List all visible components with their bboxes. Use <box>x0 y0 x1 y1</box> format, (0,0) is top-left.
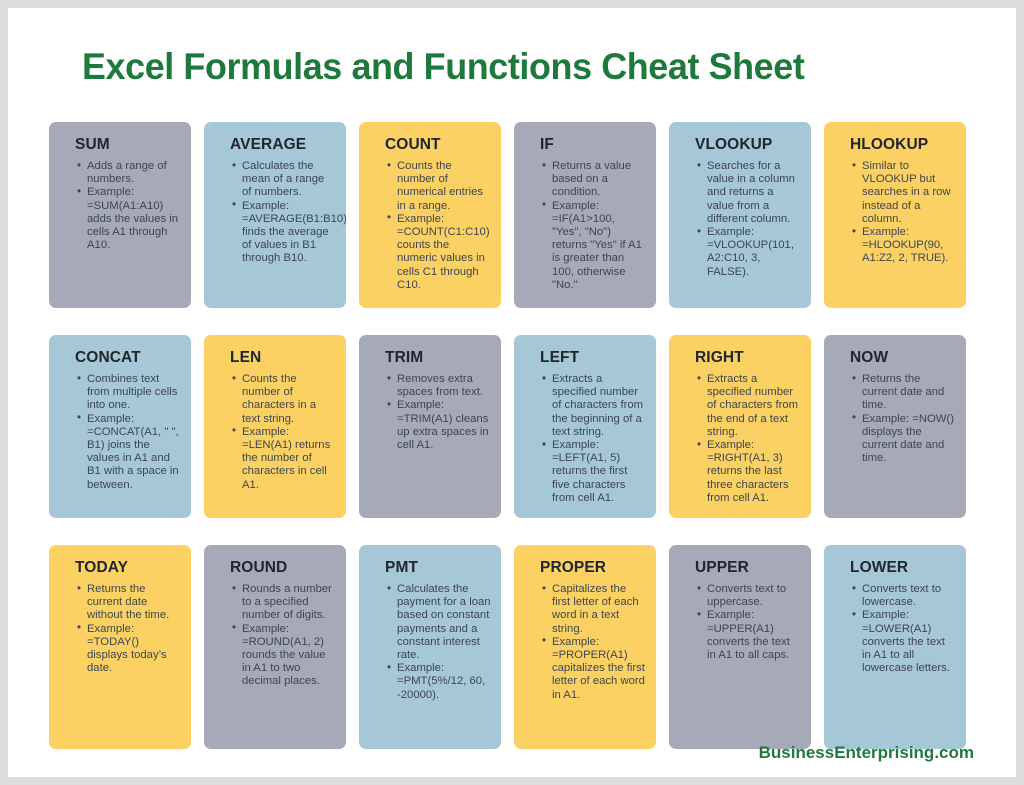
function-card-title: NOW <box>850 349 889 366</box>
bullet-item: Example: =CONCAT(A1, " ", B1) joins the … <box>77 412 181 492</box>
bullet-item: Example: =NOW() displays the current dat… <box>852 412 956 466</box>
footer-brand: BusinessEnterprising.com <box>758 743 974 762</box>
function-card-title: HLOOKUP <box>850 136 929 153</box>
function-card-title: VLOOKUP <box>695 136 773 153</box>
bullet-item: Rounds a number to a specified number of… <box>232 583 336 623</box>
function-card-title: LEFT <box>540 349 580 366</box>
function-card-if: IF Returns a value based on a condition.E… <box>514 122 656 308</box>
bullet-item: Searches for a value in a column and ret… <box>697 159 801 226</box>
bullet-item: Example: =UPPER(A1) converts the text in… <box>697 609 801 662</box>
bullet-item: Example: =TODAY() displays today’s date. <box>77 622 181 676</box>
bullet-item: Extracts a specified number of character… <box>697 372 801 439</box>
bullet-item: Example: =HLOOKUP(90, A1:Z2, 2, TRUE). <box>852 226 956 266</box>
function-card-proper: PROPER Capitalizes the first letter of ea… <box>514 545 656 749</box>
function-card-bullets: Similar to VLOOKUP but searches in a row… <box>836 159 956 266</box>
bullet-item: Example: =PROPER(A1) capitalizes the fir… <box>542 635 646 702</box>
card-row: CONCAT Combines text from multiple cells … <box>49 335 979 518</box>
function-card-title: TRIM <box>385 349 424 366</box>
function-card-vlookup: VLOOKUP Searches for a value in a column … <box>669 122 811 308</box>
bullet-item: Removes extra spaces from text. <box>387 372 491 399</box>
function-card-sum: SUM Adds a range of numbers.Example: =SUM… <box>49 122 191 308</box>
function-card-now: NOW Returns the current date and time.Exa… <box>824 335 966 518</box>
function-card-bullets: Removes extra spaces from text.Example: … <box>371 372 491 452</box>
bullet-item: Counts the number of characters in a tex… <box>232 373 336 426</box>
function-card-count: COUNT Counts the number of numerical entr… <box>359 122 501 308</box>
bullet-item: Returns the current date without the tim… <box>77 583 181 623</box>
bullet-item: Example: =VLOOKUP(101, A2:C10, 3, FALSE)… <box>697 226 801 279</box>
bullet-item: Similar to VLOOKUP but searches in a row… <box>852 159 956 226</box>
function-card-len: LEN Counts the number of characters in a … <box>204 335 346 518</box>
function-card-title: CONCAT <box>75 349 141 366</box>
bullet-item: Example: =TRIM(A1) cleans up extra space… <box>387 399 491 452</box>
bullet-item: Extracts a specified number of character… <box>542 372 646 439</box>
function-card-title: TODAY <box>75 559 129 576</box>
function-card-bullets: Counts the number of numerical entries i… <box>371 160 491 292</box>
function-card-bullets: Returns a value based on a condition.Exa… <box>526 160 646 292</box>
bullet-item: Example: =IF(A1>100, "Yes", "No") return… <box>542 199 646 292</box>
function-card-title: COUNT <box>385 136 441 153</box>
function-card-bullets: Returns the current date without the tim… <box>61 583 181 675</box>
function-card-title: PMT <box>385 559 419 576</box>
bullet-item: Example: =ROUND(A1, 2) rounds the value … <box>232 622 336 689</box>
bullet-item: Example: =LEFT(A1, 5) returns the first … <box>542 439 646 505</box>
function-card-title: ROUND <box>230 559 288 576</box>
bullet-item: Example: =LOWER(A1) converts the text in… <box>852 609 956 675</box>
bullet-item: Converts text to uppercase. <box>697 582 801 609</box>
function-card-bullets: Calculates the payment for a loan based … <box>371 582 491 702</box>
function-card-bullets: Adds a range of numbers.Example: =SUM(A1… <box>61 159 181 252</box>
bullet-item: Example: =COUNT(C1:C10) counts the numer… <box>387 212 491 292</box>
cheat-sheet-page: Excel Formulas and Functions Cheat Sheet… <box>8 8 1016 777</box>
bullet-item: Capitalizes the first letter of each wor… <box>542 583 646 636</box>
bullet-item: Converts text to lowercase. <box>852 582 956 609</box>
function-card-title: IF <box>540 136 554 153</box>
function-card-title: LOWER <box>850 559 909 576</box>
function-card-bullets: Combines text from multiple cells into o… <box>61 373 181 492</box>
function-card-grid: SUM Adds a range of numbers.Example: =SUM… <box>49 122 979 776</box>
function-card-bullets: Counts the number of characters in a tex… <box>216 373 336 492</box>
function-card-bullets: Rounds a number to a specified number of… <box>216 583 336 689</box>
bullet-item: Calculates the payment for a loan based … <box>387 582 491 662</box>
function-card-title: AVERAGE <box>230 136 307 153</box>
function-card-hlookup: HLOOKUP Similar to VLOOKUP but searches i… <box>824 122 966 308</box>
function-card-right: RIGHT Extracts a specified number of char… <box>669 335 811 518</box>
function-card-bullets: Converts text to uppercase.Example: =UPP… <box>681 582 801 662</box>
function-card-left: LEFT Extracts a specified number of chara… <box>514 335 656 518</box>
function-card-lower: LOWER Converts text to lowercase.Example:… <box>824 545 966 749</box>
function-card-bullets: Returns the current date and time.Exampl… <box>836 373 956 465</box>
function-card-title: UPPER <box>695 559 749 576</box>
function-card-today: TODAY Returns the current date without th… <box>49 545 191 749</box>
bullet-item: Returns the current date and time. <box>852 373 956 413</box>
bullet-item: Example: =RIGHT(A1, 3) returns the last … <box>697 439 801 505</box>
function-card-trim: TRIM Removes extra spaces from text.Examp… <box>359 335 501 518</box>
function-card-title: PROPER <box>540 559 607 576</box>
function-card-concat: CONCAT Combines text from multiple cells … <box>49 335 191 518</box>
function-card-title: SUM <box>75 136 110 153</box>
bullet-item: Example: =LEN(A1) returns the number of … <box>232 425 336 492</box>
bullet-item: Counts the number of numerical entries i… <box>387 160 491 213</box>
bullet-item: Example: =AVERAGE(B1:B10) finds the aver… <box>232 199 346 266</box>
bullet-item: Example: =SUM(A1:A10) adds the values in… <box>77 186 181 252</box>
bullet-item: Adds a range of numbers. <box>77 159 181 186</box>
bullet-item: Example: =PMT(5%/12, 60, -20000). <box>387 662 491 702</box>
function-card-bullets: Capitalizes the first letter of each wor… <box>526 583 646 702</box>
card-row: SUM Adds a range of numbers.Example: =SUM… <box>49 122 979 308</box>
bullet-item: Combines text from multiple cells into o… <box>77 373 181 413</box>
function-card-upper: UPPER Converts text to uppercase.Example:… <box>669 545 811 749</box>
function-card-title: LEN <box>230 349 262 366</box>
function-card-bullets: Calculates the mean of a range of number… <box>216 160 346 266</box>
bullet-item: Calculates the mean of a range of number… <box>232 160 336 200</box>
function-card-round: ROUND Rounds a number to a specified numb… <box>204 545 346 749</box>
function-card-bullets: Extracts a specified number of character… <box>681 372 801 505</box>
function-card-bullets: Searches for a value in a column and ret… <box>681 159 801 279</box>
function-card-bullets: Extracts a specified number of character… <box>526 372 646 505</box>
page-title: Excel Formulas and Functions Cheat Sheet <box>82 46 805 87</box>
card-row: TODAY Returns the current date without th… <box>49 545 979 749</box>
function-card-bullets: Converts text to lowercase.Example: =LOW… <box>836 582 956 675</box>
function-card-title: RIGHT <box>695 349 744 366</box>
bullet-item: Returns a value based on a condition. <box>542 160 646 200</box>
function-card-pmt: PMT Calculates the payment for a loan bas… <box>359 545 501 749</box>
function-card-average: AVERAGE Calculates the mean of a range of… <box>204 122 346 308</box>
